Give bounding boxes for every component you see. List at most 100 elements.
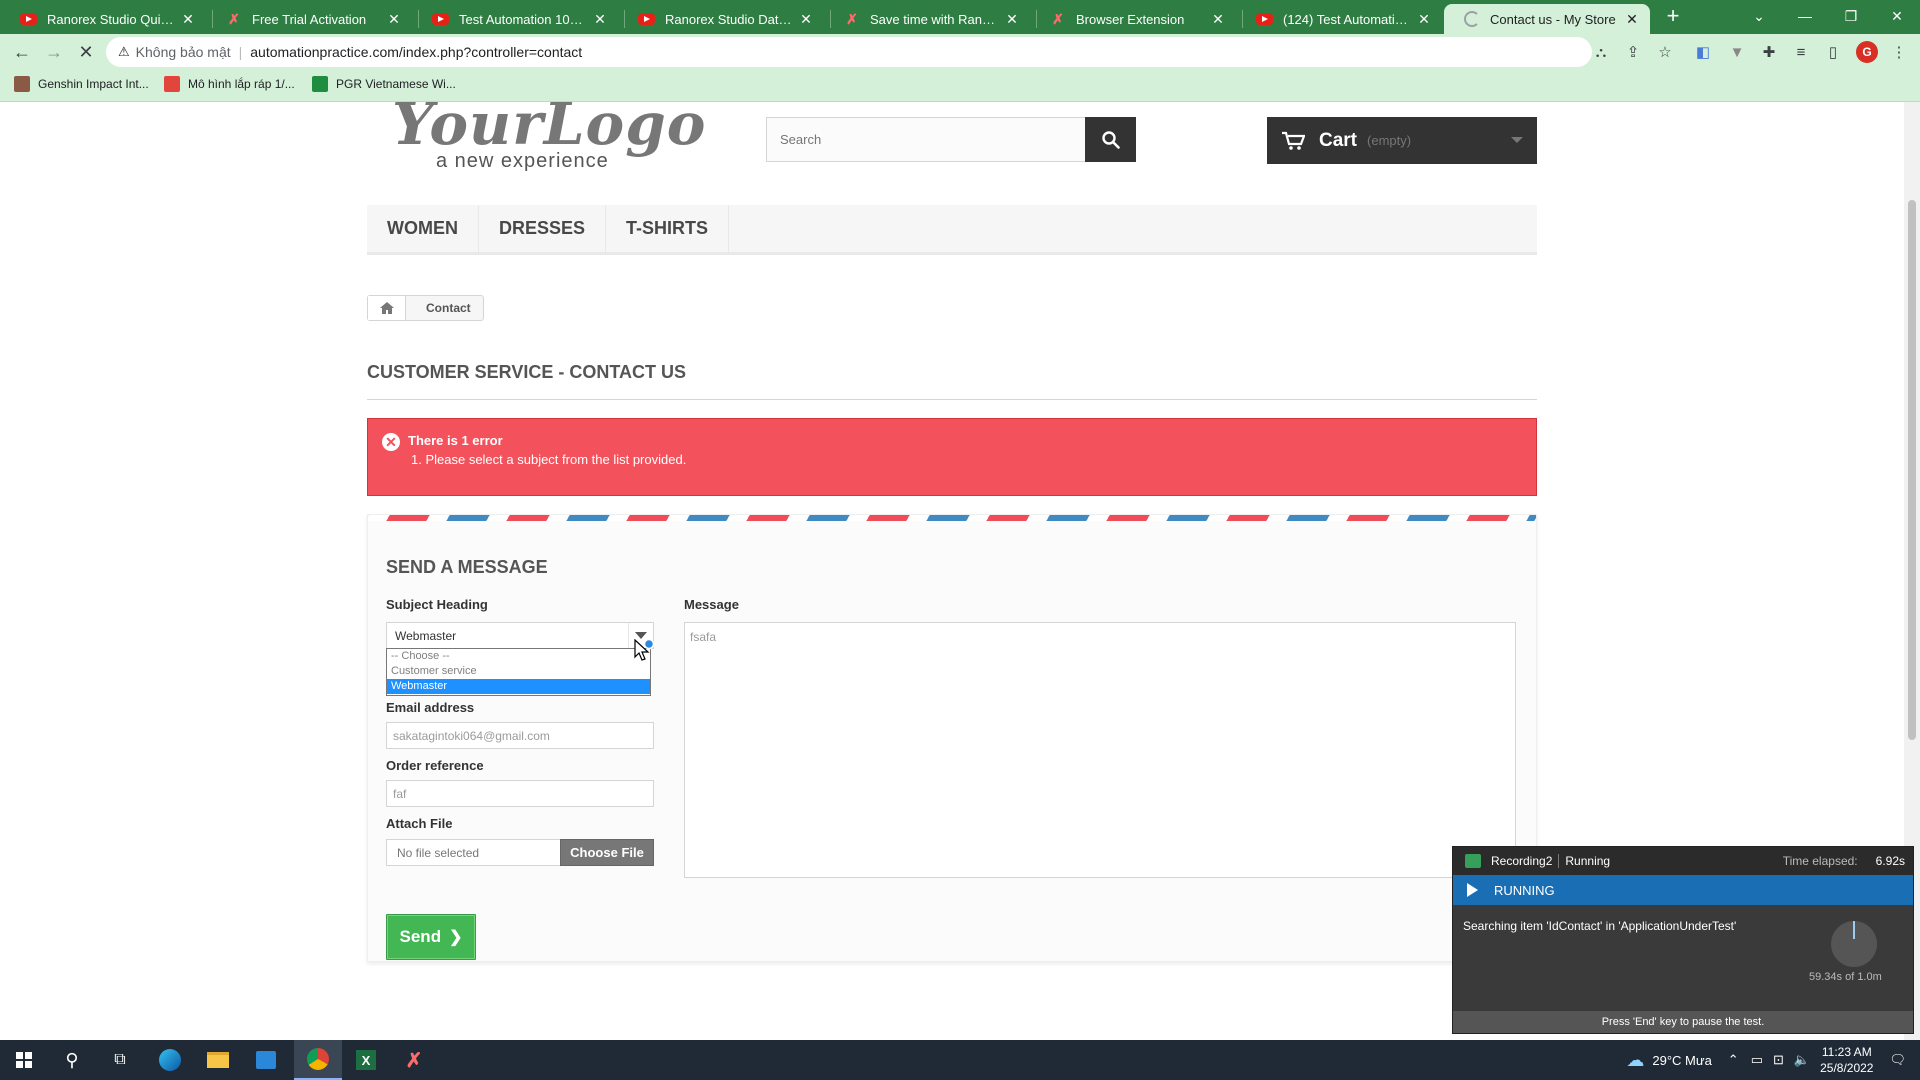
network-icon[interactable]: ⊡ — [1773, 1052, 1784, 1068]
bookmark-pgr-wiki[interactable]: PGR Vietnamese Wi... — [312, 76, 456, 92]
warning-icon[interactable]: ⚠ — [118, 44, 130, 60]
browser-toolbar: ← → ✕ ⚠ Không bảo mật | automationpracti… — [0, 34, 1920, 70]
menu-item-dresses[interactable]: DRESSES — [479, 205, 607, 252]
ranorex-taskbar-icon[interactable]: ✗ — [390, 1040, 438, 1080]
restore-button[interactable]: ❐ — [1828, 0, 1874, 32]
share-icon[interactable]: ⇪ — [1622, 41, 1644, 63]
browser-tab[interactable]: Ranorex Studio Quick Star ✕ — [0, 4, 206, 34]
subject-select[interactable]: Webmaster — [386, 622, 654, 649]
close-icon[interactable]: ✕ — [1210, 11, 1226, 28]
file-status: No file selected — [386, 839, 561, 866]
scrollbar-thumb[interactable] — [1908, 200, 1916, 740]
search-time: 59.34s of 1.0m — [1809, 971, 1882, 983]
wiki-favicon-icon — [312, 76, 328, 92]
progress-needle — [1853, 921, 1855, 939]
cart-button[interactable]: Cart (empty) — [1267, 117, 1537, 164]
close-icon[interactable]: ✕ — [386, 11, 402, 28]
close-icon[interactable]: ✕ — [1004, 11, 1020, 28]
menu-item-tshirts[interactable]: T-SHIRTS — [606, 205, 730, 252]
security-label[interactable]: Không bảo mật — [136, 44, 231, 60]
bookmark-model-kits[interactable]: Mô hình lắp ráp 1/... — [164, 76, 295, 92]
page-title: CUSTOMER SERVICE - CONTACT US — [367, 362, 1537, 400]
search-icon[interactable]: ⚲ — [48, 1040, 96, 1080]
search-button[interactable] — [1085, 117, 1136, 162]
search-input[interactable] — [767, 118, 1087, 161]
excel-icon[interactable]: X — [342, 1040, 390, 1080]
stop-loading-icon[interactable]: ✕ — [72, 38, 100, 66]
order-reference-label: Order reference — [386, 758, 484, 773]
chrome-icon[interactable] — [294, 1040, 342, 1080]
error-list: 1. Please select a subject from the list… — [408, 452, 1536, 467]
media-queue-icon[interactable]: ≡ — [1790, 41, 1812, 63]
shopping-bag-icon — [164, 76, 180, 92]
close-window-button[interactable]: ✕ — [1874, 0, 1920, 32]
back-arrow-icon[interactable]: ← — [8, 38, 36, 66]
weather-cloud-icon[interactable]: ☁ — [1626, 1050, 1644, 1071]
ranorex-icon: ✗ — [228, 11, 240, 27]
browser-tab-active[interactable]: Contact us - My Store ✕ — [1444, 4, 1650, 34]
home-icon[interactable] — [368, 296, 406, 320]
file-explorer-icon[interactable] — [194, 1040, 242, 1080]
tab-search-icon[interactable]: ⌄ — [1736, 0, 1782, 32]
task-view-icon[interactable]: ⧉ — [96, 1040, 144, 1080]
browser-tab[interactable]: (124) Test Automation 101 ✕ — [1236, 4, 1442, 34]
weather-text[interactable]: 29°C Mưa — [1652, 1053, 1711, 1068]
form-title: SEND A MESSAGE — [386, 557, 548, 577]
dropdown-option-selected[interactable]: Webmaster — [387, 679, 650, 694]
browser-tab[interactable]: ✗ Save time with Ranorex 6.0 ✕ — [824, 4, 1030, 34]
close-icon[interactable]: ✕ — [592, 11, 608, 28]
menu-item-women[interactable]: WOMEN — [367, 205, 479, 252]
vpn-extension-icon[interactable]: ▼ — [1726, 41, 1748, 63]
subject-selected-value: Webmaster — [395, 628, 457, 643]
kebab-menu-icon[interactable]: ⋮ — [1888, 41, 1910, 63]
edge-browser-icon[interactable] — [146, 1040, 194, 1080]
bookmark-genshin[interactable]: Genshin Impact Int... — [14, 76, 149, 92]
side-panel-icon[interactable]: ▯ — [1822, 41, 1844, 63]
dropdown-option[interactable]: Customer service — [387, 664, 650, 679]
browser-tab[interactable]: ✗ Free Trial Activation ✕ — [206, 4, 412, 34]
device-icon[interactable]: ▭ — [1751, 1052, 1763, 1068]
close-icon[interactable]: ✕ — [1416, 11, 1432, 28]
windows-logo-icon — [16, 1052, 32, 1068]
new-tab-button[interactable]: + — [1650, 0, 1696, 32]
chevron-up-icon[interactable]: ⌃ — [1728, 1052, 1739, 1068]
store-logo[interactable]: YourLogo a new experience — [392, 102, 705, 172]
google-translate-extension-icon[interactable]: ◧ — [1692, 41, 1714, 63]
email-field[interactable]: sakatagintoki064@gmail.com — [386, 722, 654, 749]
browser-tab[interactable]: Ranorex Studio Data-Drive ✕ — [618, 4, 824, 34]
volume-icon[interactable]: 🔈 — [1794, 1052, 1810, 1068]
browser-tab[interactable]: ✗ Browser Extension ✕ — [1030, 4, 1236, 34]
microsoft-store-icon[interactable] — [242, 1040, 290, 1080]
translate-icon[interactable]: ⛬ — [1590, 41, 1612, 63]
close-icon[interactable]: ✕ — [180, 11, 196, 28]
tab-title: (124) Test Automation 101 — [1283, 11, 1410, 27]
minimize-button[interactable]: — — [1782, 0, 1828, 32]
choose-file-button[interactable]: Choose File — [560, 839, 654, 866]
subject-label: Subject Heading — [386, 597, 488, 612]
close-icon[interactable]: ✕ — [1624, 11, 1640, 28]
tab-title: Test Automation 101: Web — [459, 11, 586, 27]
forward-arrow-icon[interactable]: → — [40, 38, 68, 66]
address-bar[interactable]: ⚠ Không bảo mật | automationpractice.com… — [106, 37, 1592, 67]
url-text[interactable]: automationpractice.com/index.php?control… — [250, 44, 582, 60]
clock[interactable]: 11:23 AM 25/8/2022 — [1820, 1044, 1873, 1076]
profile-avatar[interactable]: G — [1856, 41, 1878, 63]
notification-icon[interactable]: 🗨 — [1889, 1052, 1906, 1068]
tab-title: Contact us - My Store — [1490, 11, 1616, 27]
extensions-puzzle-icon[interactable]: ✚ — [1758, 41, 1780, 63]
message-textarea[interactable]: fsafa — [684, 622, 1516, 878]
time-elapsed-value: 6.92s — [1875, 854, 1905, 868]
dropdown-option[interactable]: -- Choose -- — [387, 649, 650, 664]
address-divider: | — [238, 44, 243, 60]
bookmark-label: PGR Vietnamese Wi... — [336, 77, 456, 91]
windows-start-icon[interactable] — [0, 1040, 48, 1080]
order-reference-field[interactable]: faf — [386, 780, 654, 807]
email-label: Email address — [386, 700, 475, 715]
close-icon[interactable]: ✕ — [798, 11, 814, 28]
bookmark-star-icon[interactable]: ☆ — [1654, 41, 1676, 63]
send-button[interactable]: Send ❯ — [386, 914, 476, 960]
mouse-pointer-icon — [634, 639, 655, 661]
browser-tab[interactable]: Test Automation 101: Web ✕ — [412, 4, 618, 34]
triangle-down-icon — [635, 632, 647, 639]
tab-title: Browser Extension — [1076, 11, 1185, 27]
